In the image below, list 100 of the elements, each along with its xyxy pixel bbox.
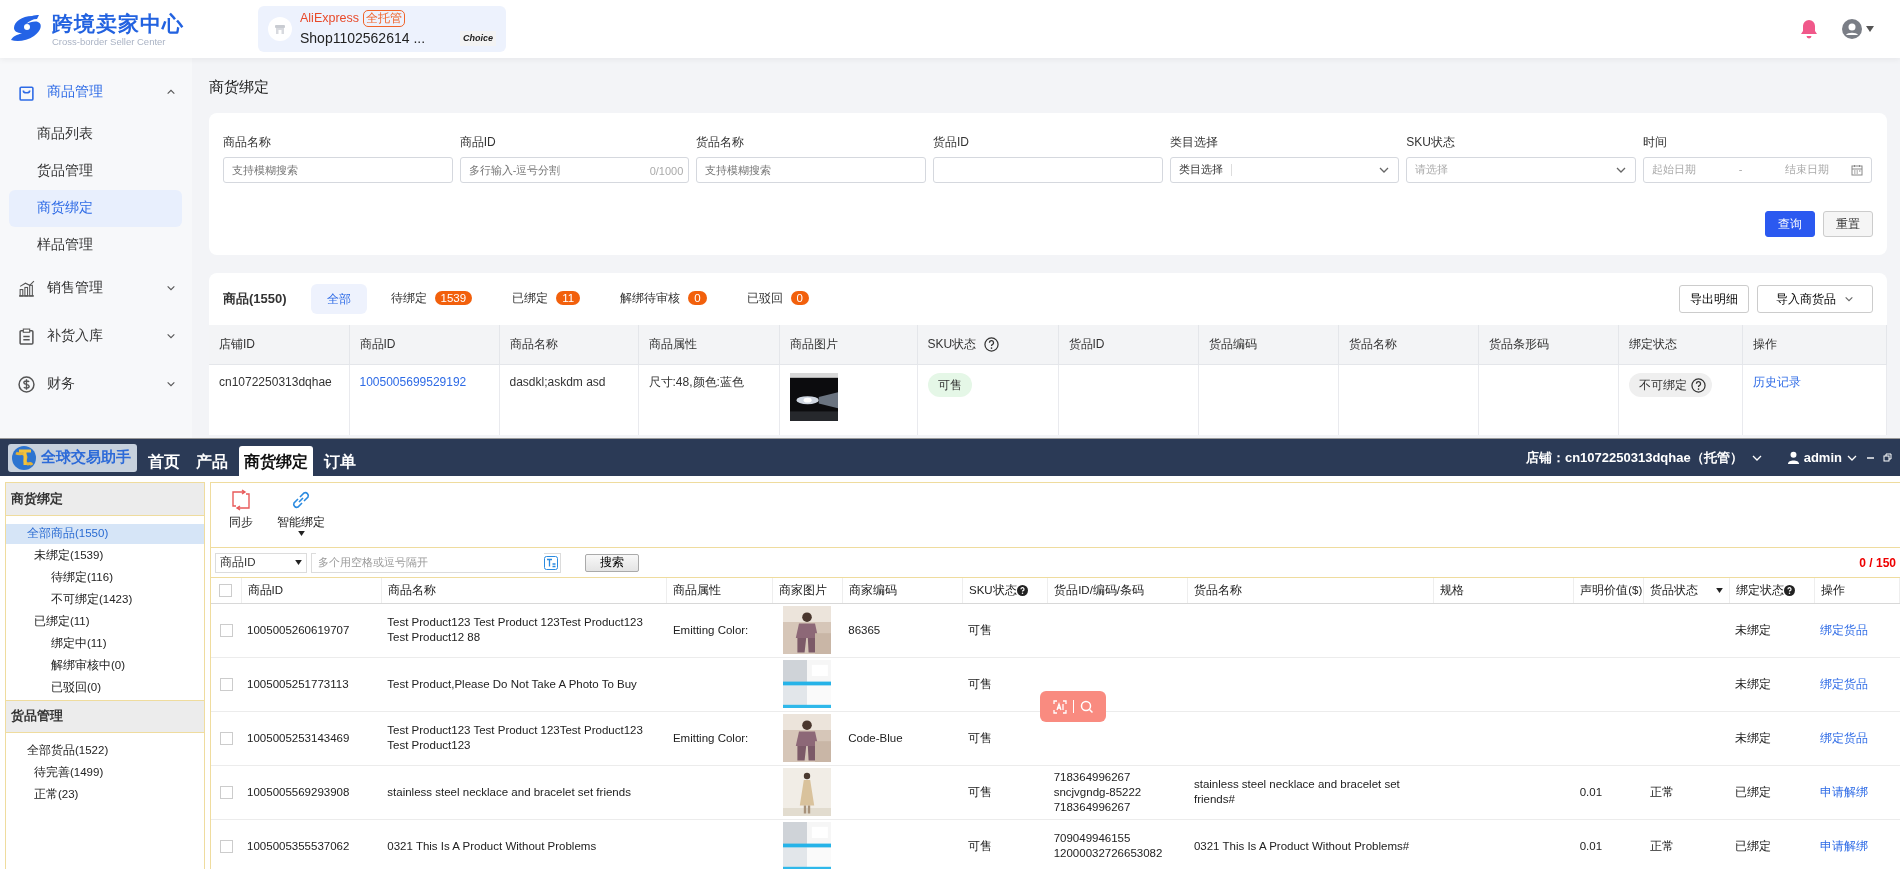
history-link[interactable]: 历史记录	[1752, 375, 1801, 389]
tree-item[interactable]: 绑定中(11)	[6, 634, 204, 654]
app-tab[interactable]: 首页	[143, 446, 185, 476]
section-header: 货品管理	[6, 700, 204, 733]
search-button[interactable]: 搜索	[585, 553, 639, 572]
table-cell: 可售	[962, 819, 1048, 869]
query-button[interactable]: 查询	[1764, 210, 1815, 237]
action-link[interactable]: 绑定货品	[1820, 677, 1869, 690]
action-link[interactable]: 绑定货品	[1820, 731, 1869, 744]
column-header: 货品状态	[1650, 582, 1699, 598]
filter-tab[interactable]: 解绑待审核 0	[604, 283, 723, 314]
tree-item[interactable]: 已绑定(11)	[6, 612, 204, 632]
tree-item[interactable]: 已驳回(0)	[6, 678, 204, 698]
count-badge: 1539	[434, 291, 473, 306]
table-cell: 可售	[962, 603, 1048, 657]
sidebar-subitem[interactable]: 商货绑定	[9, 190, 182, 227]
tree-item[interactable]: 正常(23)	[6, 785, 204, 805]
filter-tab[interactable]: 已绑定 11	[496, 283, 597, 314]
action-link[interactable]: 申请解绑	[1820, 785, 1869, 798]
count-badge: 0	[688, 291, 707, 306]
tree-item[interactable]: 解绑审核中(0)	[6, 656, 204, 676]
status-text: 不可绑定	[1638, 377, 1687, 394]
bell-icon[interactable]	[1800, 19, 1818, 39]
field-label: 商品ID	[459, 133, 497, 151]
sidebar-item[interactable]: 财务	[0, 360, 192, 408]
restore-icon[interactable]	[1883, 453, 1892, 462]
table-cell: 0321 This Is A Product Without Problems	[381, 819, 667, 869]
input-field[interactable]: 支持模糊搜索	[223, 156, 453, 183]
search-field[interactable]: 多个用空格或逗号隔开	[311, 552, 561, 573]
action-link[interactable]: 申请解绑	[1820, 839, 1869, 852]
table-cell: 尺寸:48,颜色:蓝色	[638, 364, 779, 435]
input-field[interactable]: 支持模糊搜索	[696, 156, 926, 183]
app-tab[interactable]: 商货绑定	[239, 446, 313, 476]
checkbox[interactable]	[219, 583, 233, 597]
filter-tab[interactable]: 已驳回 0	[730, 283, 825, 314]
checkbox[interactable]	[219, 785, 233, 799]
table-cell: 1005005253143469	[241, 711, 382, 765]
app-tab[interactable]: 产品	[191, 446, 233, 476]
import-button[interactable]: 导入商货品	[1756, 284, 1873, 313]
checkbox[interactable]	[219, 623, 233, 637]
table-cell: Test Product123 Test Product 123Test Product123 Test Product12 88	[381, 603, 667, 657]
avatar-icon	[1842, 19, 1862, 39]
tree-item[interactable]: 全部货品(1522)	[6, 741, 204, 761]
sidebar-subitem[interactable]: 样品管理	[9, 227, 182, 264]
table-cell: stainless steel necklace and bracelet set friends#	[1187, 765, 1434, 819]
caret-icon[interactable]	[1715, 587, 1723, 593]
sidebar-subitem[interactable]: 货品管理	[9, 153, 182, 190]
tree-item[interactable]: 待完善(1499)	[6, 763, 204, 783]
field-label: 类目选择	[1169, 133, 1219, 151]
tree-item[interactable]: 待绑定(116)	[6, 568, 204, 588]
checkbox[interactable]	[219, 839, 233, 853]
field-label: 商品名称	[223, 133, 272, 151]
column-header: 货品编码	[1208, 336, 1257, 354]
user-menu[interactable]: admin	[1786, 447, 1858, 468]
table-cell: 已绑定	[1729, 765, 1815, 819]
column-header: 商品名称	[509, 336, 558, 354]
bar-chart-icon	[18, 279, 35, 297]
field-label: SKU状态	[1406, 133, 1456, 151]
product-id-link[interactable]: 1005005699529192	[359, 375, 467, 389]
tree-item[interactable]: 全部商品(1550)	[6, 524, 204, 544]
column-header: SKU状态	[927, 336, 977, 354]
sidebar-item[interactable]: 商品管理	[0, 68, 192, 116]
input-field[interactable]	[932, 156, 1163, 183]
goods-codes: 709049946155 12000032726653082	[1053, 831, 1164, 861]
sync-button[interactable]: 同步	[223, 489, 259, 547]
field-select[interactable]: 商品ID	[215, 552, 307, 573]
checkbox[interactable]	[219, 731, 233, 745]
column-header: 商家编码	[848, 582, 897, 598]
shop-switcher[interactable]: AliExpress 全托管 Shop1102562614 ... Choice	[258, 6, 506, 52]
search-icon[interactable]	[1079, 699, 1094, 714]
filter-tab[interactable]: 待绑定 1539	[374, 283, 489, 314]
ai-scan-icon[interactable]	[1052, 699, 1067, 714]
store-selector[interactable]: 店铺：cn1072250313dqhae（托管）	[1525, 447, 1763, 468]
action-link[interactable]: 绑定货品	[1820, 623, 1869, 636]
goods-codes: 718364996267 sncjvgndg-85222 718364996267	[1053, 769, 1143, 815]
shop-name: Shop1102562614 ...	[300, 28, 426, 48]
checkbox[interactable]	[219, 677, 233, 691]
account-menu[interactable]	[1842, 19, 1874, 39]
column-header: 商品属性	[673, 582, 722, 598]
column-header: 规格	[1439, 582, 1464, 598]
sidebar-item[interactable]: 销售管理	[0, 264, 192, 312]
sidebar-item[interactable]: 补货入库	[0, 312, 192, 360]
export-button[interactable]: 导出明细	[1678, 284, 1749, 313]
select-field[interactable]: 类目选择	[1169, 156, 1400, 183]
column-header: 商品图片	[789, 336, 838, 354]
page-title: 商货绑定	[209, 77, 270, 97]
filter-tab[interactable]: 全部	[310, 283, 367, 314]
bag-icon	[18, 83, 35, 101]
text-format-icon[interactable]	[544, 555, 558, 570]
smart-bind-button[interactable]: 智能绑定	[271, 489, 331, 547]
column-header: SKU状态	[969, 582, 1017, 598]
app-tab[interactable]: 订单	[319, 446, 361, 476]
table-cell: cn1072250313dqhae	[209, 364, 349, 435]
hosting-badge: 全托管	[363, 10, 406, 27]
sidebar-subitem[interactable]: 商品列表	[9, 116, 182, 153]
link-icon	[290, 489, 312, 511]
clipboard-icon	[18, 327, 35, 345]
tree-item[interactable]: 不可绑定(1423)	[6, 590, 204, 610]
reset-button[interactable]: 重置	[1822, 210, 1873, 237]
tree-item[interactable]: 未绑定(1539)	[6, 546, 204, 566]
